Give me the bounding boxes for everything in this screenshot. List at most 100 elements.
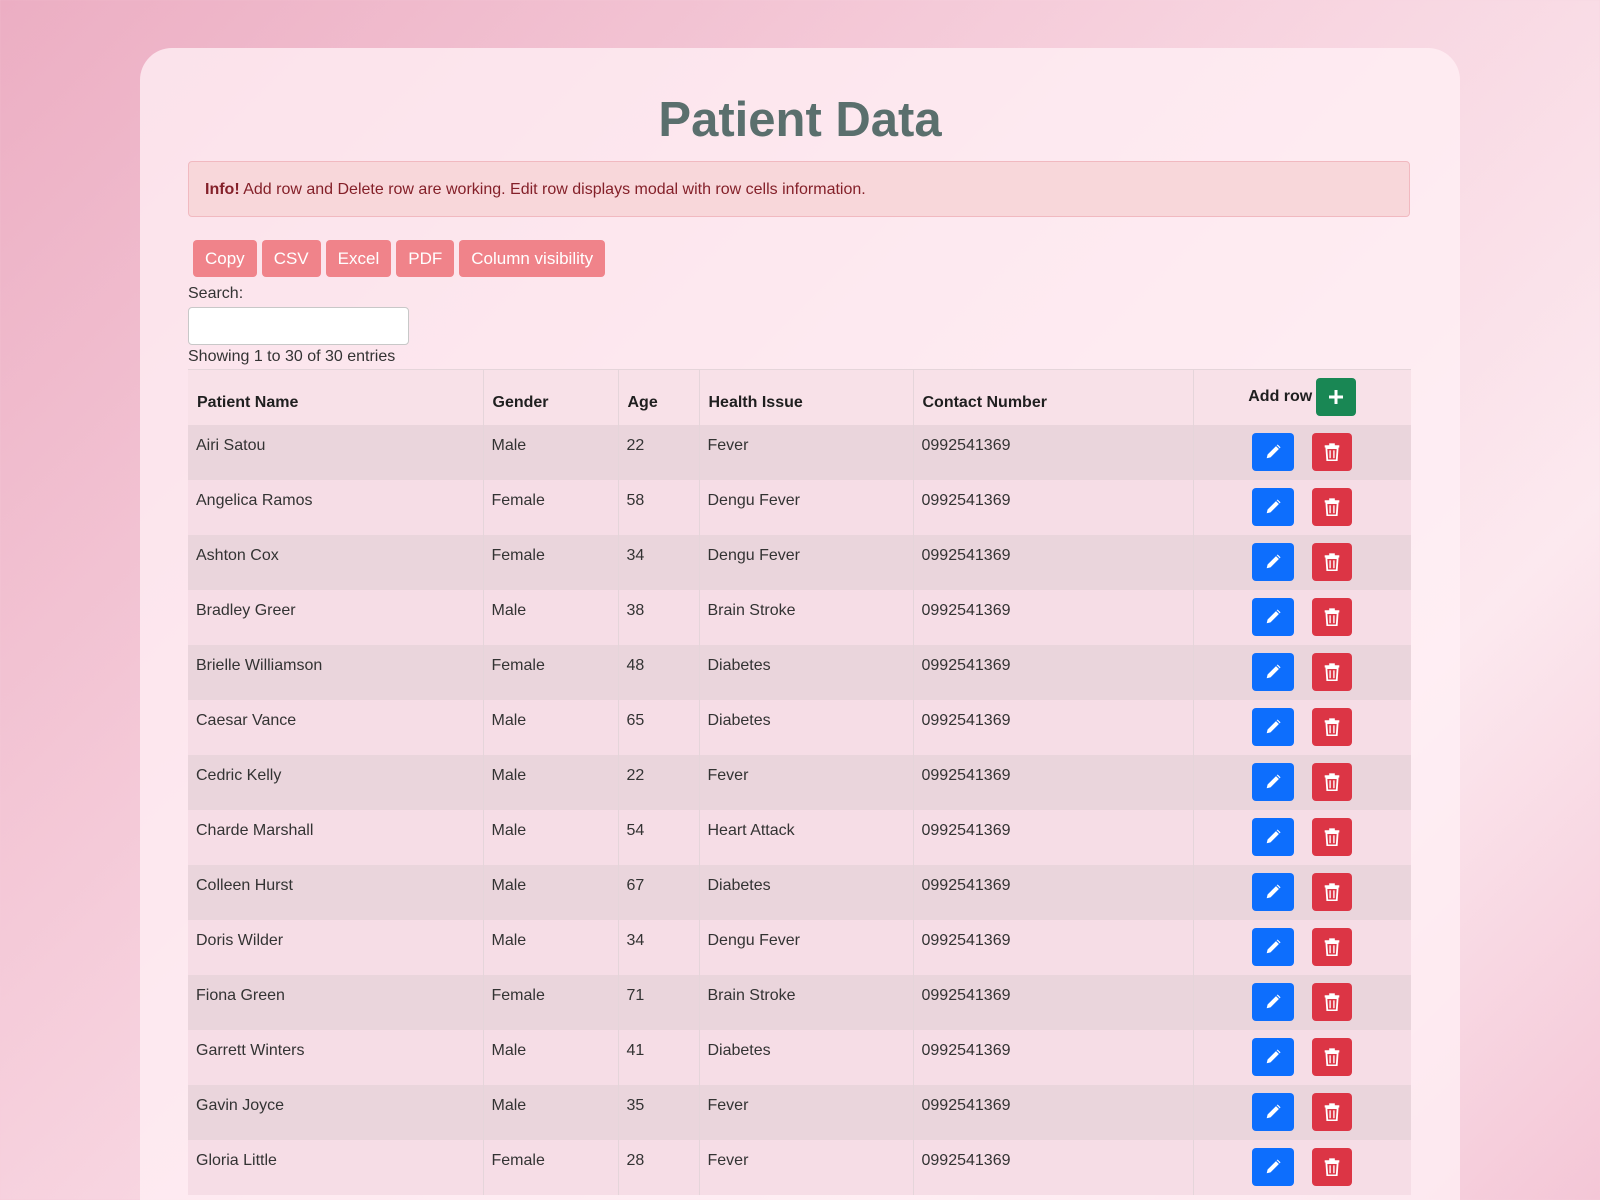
table-row: Caesar Vance Male 65 Diabetes 0992541369 xyxy=(188,699,1411,755)
cell-gender: Male xyxy=(483,919,619,975)
cell-health-issue: Diabetes xyxy=(699,864,914,920)
cell-age: 58 xyxy=(618,479,700,535)
delete-row-button[interactable] xyxy=(1312,597,1353,636)
delete-row-button[interactable] xyxy=(1312,432,1353,471)
cell-age: 54 xyxy=(618,809,700,865)
delete-row-button[interactable] xyxy=(1312,927,1353,966)
cell-patient-name: Doris Wilder xyxy=(188,919,484,975)
trash-icon xyxy=(1324,662,1340,681)
copy-button[interactable]: Copy xyxy=(193,240,257,277)
cell-actions xyxy=(1193,424,1411,480)
pencil-icon xyxy=(1266,773,1281,788)
cell-contact-number: 0992541369 xyxy=(913,424,1194,480)
cell-health-issue: Brain Stroke xyxy=(699,589,914,645)
edit-row-button[interactable] xyxy=(1252,762,1295,801)
alert-message: Add row and Delete row are working. Edit… xyxy=(239,181,866,198)
cell-contact-number: 0992541369 xyxy=(913,534,1194,590)
table-row: Fiona Green Female 71 Brain Stroke 099254136… xyxy=(188,974,1411,1030)
delete-row-button[interactable] xyxy=(1312,1092,1353,1131)
table-row: Airi Satou Male 22 Fever 0992541369 xyxy=(188,424,1411,480)
table-row: Garrett Winters Male 41 Diabetes 0992541369 xyxy=(188,1029,1411,1085)
pdf-button[interactable]: PDF xyxy=(396,240,455,277)
edit-row-button[interactable] xyxy=(1252,432,1295,471)
cell-health-issue: Dengu Fever xyxy=(699,534,914,590)
cell-health-issue: Diabetes xyxy=(699,644,914,700)
table-row: Colleen Hurst Male 67 Diabetes 0992541369 xyxy=(188,864,1411,920)
cell-actions xyxy=(1193,974,1411,1030)
delete-row-button[interactable] xyxy=(1312,1147,1353,1186)
delete-row-button[interactable] xyxy=(1312,762,1353,801)
edit-row-button[interactable] xyxy=(1252,542,1295,581)
plus-icon xyxy=(1329,390,1344,404)
delete-row-button[interactable] xyxy=(1312,1037,1353,1076)
table-row: Gavin Joyce Male 35 Fever 0992541369 xyxy=(188,1084,1411,1140)
pencil-icon xyxy=(1266,718,1281,733)
cell-age: 65 xyxy=(618,699,700,755)
cell-contact-number: 0992541369 xyxy=(913,1084,1194,1140)
add-row-button[interactable] xyxy=(1316,378,1357,416)
table-row: Ashton Cox Female 34 Dengu Fever 0992541369 xyxy=(188,534,1411,590)
column-visibility-button[interactable]: Column visibility xyxy=(459,240,606,277)
delete-row-button[interactable] xyxy=(1312,817,1353,856)
cell-gender: Male xyxy=(483,589,619,645)
column-header-age[interactable]: Age xyxy=(618,369,700,425)
delete-row-button[interactable] xyxy=(1312,982,1353,1021)
cell-health-issue: Heart Attack xyxy=(699,809,914,865)
cell-gender: Male xyxy=(483,1029,619,1085)
edit-row-button[interactable] xyxy=(1252,817,1295,856)
delete-row-button[interactable] xyxy=(1312,707,1353,746)
cell-patient-name: Charde Marshall xyxy=(188,809,484,865)
trash-icon xyxy=(1324,552,1340,571)
table-row: Cedric Kelly Male 22 Fever 0992541369 xyxy=(188,754,1411,810)
edit-row-button[interactable] xyxy=(1252,1092,1295,1131)
trash-icon xyxy=(1324,882,1340,901)
pencil-icon xyxy=(1266,1158,1281,1173)
cell-gender: Male xyxy=(483,809,619,865)
cell-patient-name: Gavin Joyce xyxy=(188,1084,484,1140)
table-row: Charde Marshall Male 54 Heart Attack 0992541… xyxy=(188,809,1411,865)
cell-gender: Male xyxy=(483,754,619,810)
delete-row-button[interactable] xyxy=(1312,872,1353,911)
cell-health-issue: Brain Stroke xyxy=(699,974,914,1030)
csv-button[interactable]: CSV xyxy=(261,240,321,277)
search-label: Search: xyxy=(188,285,244,302)
edit-row-button[interactable] xyxy=(1252,597,1295,636)
edit-row-button[interactable] xyxy=(1252,1147,1295,1186)
trash-icon xyxy=(1324,442,1340,461)
excel-button[interactable]: Excel xyxy=(325,240,392,277)
alert-strong: Info! xyxy=(205,181,240,198)
edit-row-button[interactable] xyxy=(1252,652,1295,691)
cell-age: 38 xyxy=(618,589,700,645)
edit-row-button[interactable] xyxy=(1252,927,1295,966)
column-header-contact-number[interactable]: Contact Number xyxy=(913,369,1194,425)
cell-actions xyxy=(1193,589,1411,645)
delete-row-button[interactable] xyxy=(1312,487,1353,526)
trash-icon xyxy=(1324,937,1340,956)
cell-health-issue: Diabetes xyxy=(699,1029,914,1085)
column-header-patient-name[interactable]: Patient Name xyxy=(188,369,484,425)
edit-row-button[interactable] xyxy=(1252,487,1295,526)
delete-row-button[interactable] xyxy=(1312,652,1353,691)
pencil-icon xyxy=(1266,883,1281,898)
pencil-icon xyxy=(1266,1103,1281,1118)
cell-patient-name: Cedric Kelly xyxy=(188,754,484,810)
pencil-icon xyxy=(1266,608,1281,623)
edit-row-button[interactable] xyxy=(1252,982,1295,1021)
edit-row-button[interactable] xyxy=(1252,872,1295,911)
column-header-gender[interactable]: Gender xyxy=(483,369,619,425)
pencil-icon xyxy=(1266,938,1281,953)
cell-age: 34 xyxy=(618,534,700,590)
cell-contact-number: 0992541369 xyxy=(913,754,1194,810)
trash-icon xyxy=(1324,717,1340,736)
column-header-health-issue[interactable]: Health Issue xyxy=(699,369,914,425)
delete-row-button[interactable] xyxy=(1312,542,1353,581)
table-row: Gloria Little Female 28 Fever 0992541369 xyxy=(188,1139,1411,1195)
edit-row-button[interactable] xyxy=(1252,707,1295,746)
cell-age: 67 xyxy=(618,864,700,920)
trash-icon xyxy=(1324,1157,1340,1176)
search-input[interactable] xyxy=(188,307,409,345)
cell-actions xyxy=(1193,1029,1411,1085)
edit-row-button[interactable] xyxy=(1252,1037,1295,1076)
cell-patient-name: Airi Satou xyxy=(188,424,484,480)
cell-patient-name: Garrett Winters xyxy=(188,1029,484,1085)
